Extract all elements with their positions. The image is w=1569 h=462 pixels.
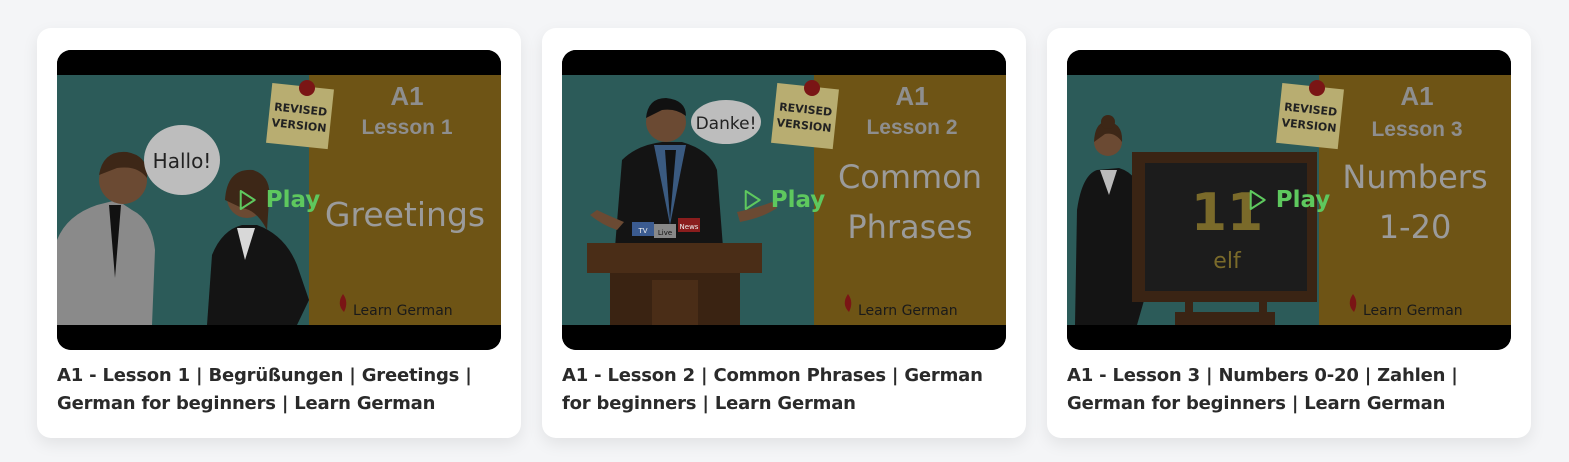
video-thumbnail[interactable]: 11 elf REVISED VERSION A1 Lesson 3 Numbe…: [1067, 50, 1511, 350]
play-label: Play: [770, 187, 826, 213]
play-icon: [743, 189, 763, 211]
level-text: A1: [895, 81, 928, 111]
topic-line1: Greetings: [325, 195, 485, 234]
topic-line1: Common: [838, 158, 982, 196]
brand-logo-text: Learn German: [353, 303, 453, 319]
speech-bubble-text: Danke!: [696, 114, 757, 134]
play-icon: [238, 189, 258, 211]
video-title[interactable]: A1 - Lesson 2 | Common Phrases | German …: [562, 362, 1014, 418]
brand-logo-text: Learn German: [858, 303, 958, 319]
play-label: Play: [265, 187, 321, 213]
play-label: Play: [1275, 187, 1331, 213]
video-card[interactable]: 11 elf REVISED VERSION A1 Lesson 3 Numbe…: [1047, 28, 1531, 438]
lesson-text: Lesson 1: [361, 116, 452, 139]
level-text: A1: [390, 81, 423, 111]
speech-bubble-text: Hallo!: [153, 149, 212, 173]
play-button[interactable]: Play: [743, 187, 826, 213]
video-title[interactable]: A1 - Lesson 1 | Begrüßungen | Greetings …: [57, 362, 509, 418]
lesson-text: Lesson 3: [1371, 118, 1462, 141]
video-card[interactable]: Hallo! REVISED VERSION A1 Lesson 1 Greet…: [37, 28, 521, 438]
video-thumbnail[interactable]: Hallo! REVISED VERSION A1 Lesson 1 Greet…: [57, 50, 501, 350]
mic-label: News: [680, 223, 699, 231]
play-button[interactable]: Play: [238, 187, 321, 213]
video-thumbnail[interactable]: TV Live News Danke! REVISED VERSION A1 L…: [562, 50, 1006, 350]
play-icon: [1248, 189, 1268, 211]
level-text: A1: [1400, 81, 1433, 111]
video-title[interactable]: A1 - Lesson 3 | Numbers 0-20 | Zahlen | …: [1067, 362, 1519, 418]
video-card[interactable]: TV Live News Danke! REVISED VERSION A1 L…: [542, 28, 1026, 438]
topic-line1: Numbers: [1342, 158, 1487, 196]
mic-label: Live: [658, 229, 672, 237]
play-button[interactable]: Play: [1248, 187, 1331, 213]
topic-line2: Phrases: [847, 208, 972, 246]
board-word: elf: [1213, 249, 1242, 274]
video-card-grid: Hallo! REVISED VERSION A1 Lesson 1 Greet…: [0, 0, 1569, 462]
topic-line2: 1-20: [1379, 208, 1452, 246]
brand-logo-text: Learn German: [1363, 303, 1463, 319]
lesson-text: Lesson 2: [866, 116, 957, 139]
mic-label: TV: [637, 227, 647, 235]
